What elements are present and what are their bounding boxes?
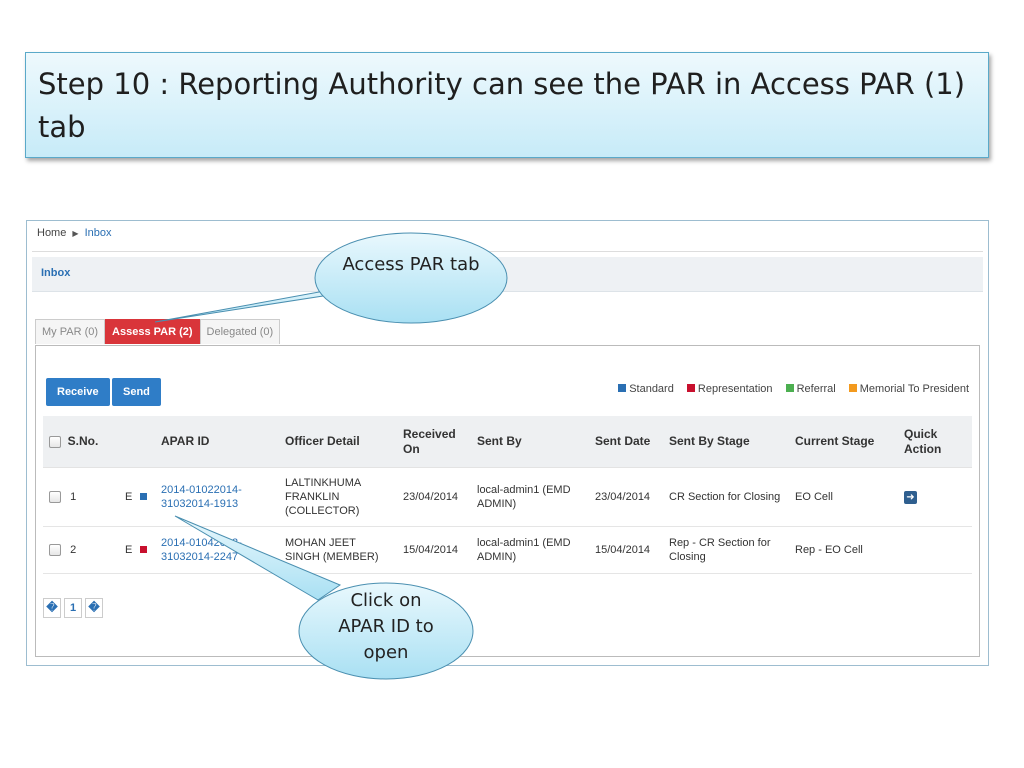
callouts-layer <box>154 232 508 680</box>
callout-apar-text: Click on APAR ID to open <box>338 590 434 663</box>
callout-tab-text: Access PAR tab <box>342 254 480 275</box>
callout-ellipse-tab <box>314 232 508 324</box>
callout-tail-apar <box>174 515 342 601</box>
